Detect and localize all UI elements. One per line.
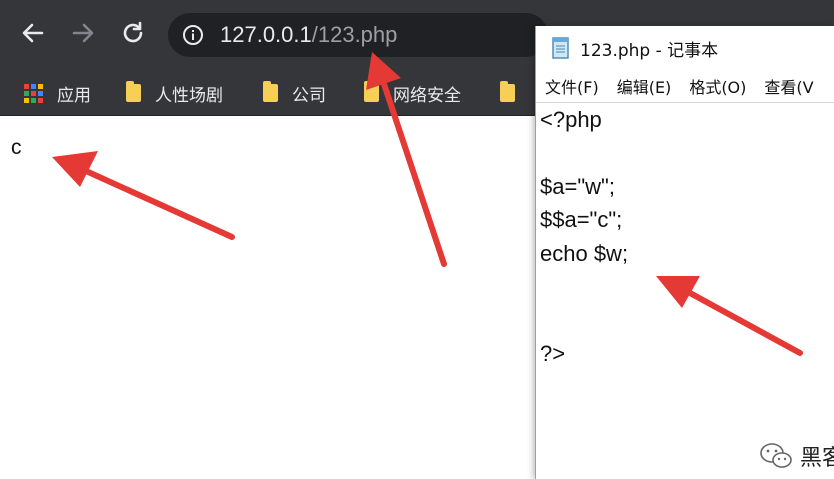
wechat-icon [760,443,792,468]
url-host: 127.0.0.1 [220,22,312,47]
menu-view[interactable]: 查看(V [764,74,813,98]
notepad-editor[interactable]: <?php $a="w"; $$a="c"; echo $w; ?> [536,103,834,479]
page-output-text: c [11,136,22,159]
address-bar[interactable]: 127.0.0.1/123.php [168,13,548,57]
info-icon[interactable] [182,24,204,46]
bookmark-apps[interactable]: 应用 [24,80,91,106]
url-text[interactable]: 127.0.0.1/123.php [220,22,397,48]
notepad-window: 123.php - 记事本 文件(F) 编辑(E) 格式(O) 查看(V <?p… [535,26,834,479]
watermark: 黑客 [758,440,834,472]
folder-icon [263,81,278,102]
code-line: echo $w; [540,241,629,266]
code-line: $$a="c"; [540,207,623,232]
menu-file[interactable]: 文件(F) [545,74,599,98]
code-line: <?php [540,107,602,132]
bookmark-label: 网络安全 [393,85,461,106]
reload-button[interactable] [118,18,148,48]
menu-format[interactable]: 格式(O) [689,74,746,98]
notepad-menu-bar: 文件(F) 编辑(E) 格式(O) 查看(V [536,70,834,103]
folder-icon [500,81,515,102]
notepad-title: 123.php - 记事本 [580,40,719,61]
bookmark-label: 公司 [292,85,326,106]
url-path: /123.php [311,22,398,47]
code-line: $a="w"; [540,174,615,199]
notepad-title-bar[interactable]: 123.php - 记事本 [536,26,834,70]
bookmark-folder[interactable]: 公司 [263,80,326,106]
code-line: ?> [540,341,566,366]
bookmark-folder-partial[interactable] [500,80,529,106]
forward-button[interactable] [68,18,98,48]
browser-page: c [0,116,536,479]
bookmark-label: 人性场剧 [155,85,223,106]
watermark-text: 黑客 [800,446,834,471]
bookmark-label: 应用 [57,85,91,106]
menu-edit[interactable]: 编辑(E) [617,74,672,98]
folder-icon [364,81,379,102]
folder-icon [126,81,141,102]
forward-arrow-icon [72,23,94,43]
apps-grid-icon [24,83,43,103]
bookmark-folder[interactable]: 网络安全 [364,80,461,106]
bookmark-folder[interactable]: 人性场剧 [126,80,223,106]
back-button[interactable] [18,18,48,48]
reload-icon [123,21,143,43]
notepad-icon [552,37,569,59]
back-arrow-icon [22,23,44,43]
